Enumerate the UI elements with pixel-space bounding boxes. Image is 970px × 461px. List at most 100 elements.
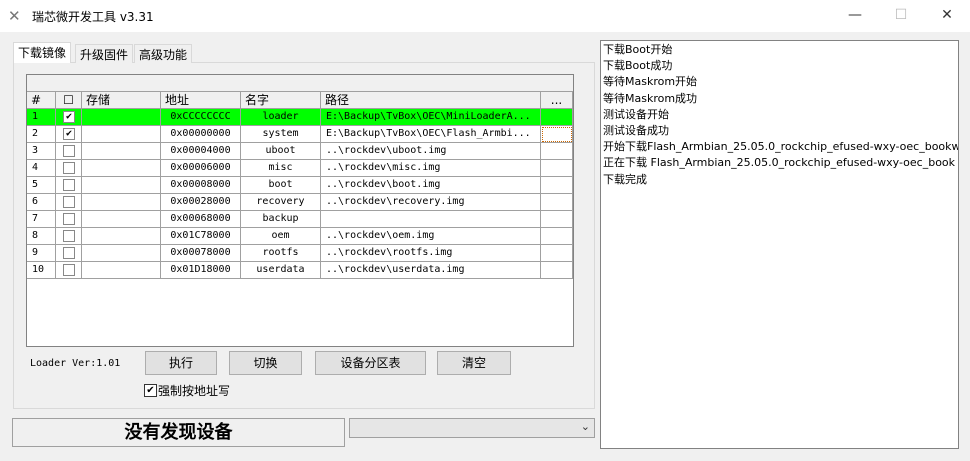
cell-browse[interactable]	[541, 194, 573, 211]
table-row[interactable]: 1 ✔ 0xCCCCCCCC loader E:\Backup\TvBox\OEC\Mi…	[27, 109, 573, 126]
clear-button[interactable]: 清空	[437, 351, 511, 375]
table-row[interactable]: 2 ✔ 0x00000000 system E:\Backup\TvBox\OEC\Fl…	[27, 126, 573, 143]
cell-path[interactable]: ..\rockdev\oem.img	[321, 228, 541, 245]
device-status: 没有发现设备	[12, 418, 345, 447]
log-line: 正在下载 Flash_Armbian_25.05.0_rockchip_efus…	[603, 156, 956, 170]
cell-index: 5	[27, 177, 56, 194]
cell-browse[interactable]	[541, 262, 573, 279]
cell-name: backup	[241, 211, 321, 228]
cell-path[interactable]: E:\Backup\TvBox\OEC\MiniLoaderA...	[321, 109, 541, 126]
cell-name: misc	[241, 160, 321, 177]
switch-button[interactable]: 切换	[229, 351, 302, 375]
cell-storage	[82, 245, 161, 262]
cell-index: 9	[27, 245, 56, 262]
run-button[interactable]: 执行	[145, 351, 217, 375]
table-row[interactable]: 6 0x00028000 recovery ..\rockdev\recovery.i…	[27, 194, 573, 211]
cell-index: 1	[27, 109, 56, 126]
cell-check[interactable]	[56, 228, 82, 245]
row-checkbox[interactable]	[63, 196, 75, 208]
cell-address: 0x00000000	[161, 126, 241, 143]
cell-check[interactable]	[56, 177, 82, 194]
log-line: 开始下载Flash_Armbian_25.05.0_rockchip_efuse…	[603, 140, 959, 154]
cell-storage	[82, 194, 161, 211]
table-row[interactable]: 10 0x01D18000 userdata ..\rockdev\userdata.…	[27, 262, 573, 279]
cell-name: boot	[241, 177, 321, 194]
partition-table-button[interactable]: 设备分区表	[315, 351, 426, 375]
log-line: 等待Maskrom开始	[603, 75, 698, 89]
cell-index: 8	[27, 228, 56, 245]
cell-browse[interactable]	[541, 143, 573, 160]
cell-browse[interactable]	[541, 245, 573, 262]
cell-address: 0x01C78000	[161, 228, 241, 245]
cell-index: 10	[27, 262, 56, 279]
cell-browse[interactable]	[541, 126, 573, 143]
tab-upgrade-firmware[interactable]: 升级固件	[75, 44, 134, 63]
cell-check[interactable]	[56, 194, 82, 211]
row-checkbox[interactable]	[63, 247, 75, 259]
cell-browse[interactable]	[541, 109, 573, 126]
window-title: 瑞芯微开发工具 v3.31	[32, 10, 154, 24]
row-checkbox[interactable]	[63, 162, 75, 174]
cell-name: loader	[241, 109, 321, 126]
header-check: ☐	[56, 92, 82, 109]
device-select[interactable]: ⌄	[349, 418, 595, 438]
table-row[interactable]: 8 0x01C78000 oem ..\rockdev\oem.img	[27, 228, 573, 245]
row-checkbox[interactable]	[63, 145, 75, 157]
cell-path[interactable]: E:\Backup\TvBox\OEC\Flash_Armbi...	[321, 126, 541, 143]
row-checkbox[interactable]	[63, 230, 75, 242]
cell-path[interactable]: ..\rockdev\userdata.img	[321, 262, 541, 279]
log-line: 测试设备成功	[603, 124, 669, 138]
cell-storage	[82, 228, 161, 245]
header-browse: ...	[541, 92, 573, 109]
loader-version: Loader Ver:1.01	[30, 358, 121, 369]
cell-path[interactable]: ..\rockdev\boot.img	[321, 177, 541, 194]
log-line: 下载Boot成功	[603, 59, 673, 73]
row-checkbox[interactable]	[63, 213, 75, 225]
cell-name: system	[241, 126, 321, 143]
table-row[interactable]: 4 0x00006000 misc ..\rockdev\misc.img	[27, 160, 573, 177]
table-row[interactable]: 5 0x00008000 boot ..\rockdev\boot.img	[27, 177, 573, 194]
cell-path[interactable]: ..\rockdev\recovery.img	[321, 194, 541, 211]
cell-check[interactable]	[56, 143, 82, 160]
cell-storage	[82, 160, 161, 177]
title-bar: ✕ 瑞芯微开发工具 v3.31 — ☐ ✕	[0, 0, 970, 32]
header-name: 名字	[241, 92, 321, 109]
cell-name: rootfs	[241, 245, 321, 262]
cell-check[interactable]	[56, 211, 82, 228]
check-icon: ✔	[144, 384, 157, 397]
table-row[interactable]: 7 0x00068000 backup	[27, 211, 573, 228]
cell-browse[interactable]	[541, 228, 573, 245]
cell-browse[interactable]	[541, 211, 573, 228]
cell-path[interactable]: ..\rockdev\rootfs.img	[321, 245, 541, 262]
cell-storage	[82, 211, 161, 228]
row-checkbox[interactable]	[63, 179, 75, 191]
row-checkbox[interactable]	[63, 264, 75, 276]
cell-path[interactable]: ..\rockdev\misc.img	[321, 160, 541, 177]
cell-path[interactable]: ..\rockdev\uboot.img	[321, 143, 541, 160]
row-checkbox[interactable]: ✔	[63, 128, 75, 140]
minimize-button[interactable]: —	[832, 0, 878, 32]
cell-check[interactable]: ✔	[56, 109, 82, 126]
cell-path[interactable]	[321, 211, 541, 228]
row-checkbox[interactable]: ✔	[63, 111, 75, 123]
tab-advanced[interactable]: 高级功能	[134, 44, 193, 63]
cell-index: 2	[27, 126, 56, 143]
maximize-button[interactable]: ☐	[878, 0, 924, 32]
cell-check[interactable]	[56, 160, 82, 177]
cell-address: 0x00028000	[161, 194, 241, 211]
cell-address: 0xCCCCCCCC	[161, 109, 241, 126]
header-index: #	[27, 92, 56, 109]
cell-check[interactable]: ✔	[56, 126, 82, 143]
cell-check[interactable]	[56, 245, 82, 262]
cell-browse[interactable]	[541, 160, 573, 177]
cell-browse[interactable]	[541, 177, 573, 194]
tab-download-image[interactable]: 下载镜像	[13, 42, 72, 63]
cell-address: 0x00008000	[161, 177, 241, 194]
cell-index: 6	[27, 194, 56, 211]
close-button[interactable]: ✕	[924, 0, 970, 32]
table-row[interactable]: 3 0x00004000 uboot ..\rockdev\uboot.img	[27, 143, 573, 160]
log-box[interactable]: 下载Boot开始 下载Boot成功 等待Maskrom开始 等待Maskrom成功 测试…	[600, 40, 959, 449]
cell-address: 0x00004000	[161, 143, 241, 160]
table-row[interactable]: 9 0x00078000 rootfs ..\rockdev\rootfs.img	[27, 245, 573, 262]
cell-check[interactable]	[56, 262, 82, 279]
